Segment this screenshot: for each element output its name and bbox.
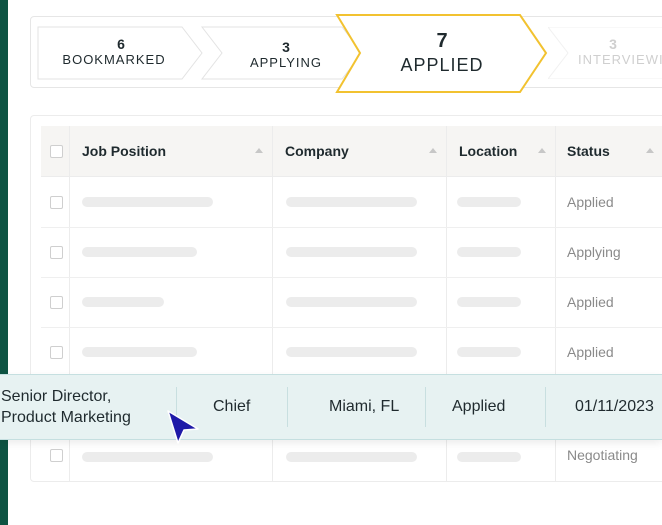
sort-arrow-icon[interactable] [429, 148, 437, 153]
column-header-company[interactable]: Company [285, 126, 349, 176]
placeholder-bar [457, 452, 521, 462]
status-text: Applying [567, 244, 621, 260]
row-checkbox[interactable] [50, 246, 63, 259]
placeholder-bar [457, 347, 521, 357]
placeholder-bar [286, 297, 417, 307]
sort-arrow-icon[interactable] [646, 148, 654, 153]
side-accent-bar [0, 0, 8, 525]
placeholder-bar [286, 347, 417, 357]
row-divider [425, 387, 426, 427]
column-header-location[interactable]: Location [459, 126, 517, 176]
cursor-arrow-icon [167, 410, 199, 444]
placeholder-bar [457, 197, 521, 207]
table-row[interactable]: Applied [41, 327, 662, 378]
location: Miami, FL [329, 398, 400, 415]
company-name: Chief [213, 398, 251, 415]
select-all-checkbox[interactable] [50, 145, 63, 158]
status-text: Applied [567, 294, 614, 310]
status-text: Negotiating [567, 447, 638, 463]
placeholder-bar [82, 297, 164, 307]
placeholder-bar [82, 197, 213, 207]
placeholder-bar [82, 452, 213, 462]
stage-count: 6 [117, 36, 125, 52]
stage-applied[interactable]: 7 APPLIED [335, 14, 548, 93]
placeholder-bar [286, 247, 417, 257]
stage-label: INTERVIEWING [578, 52, 662, 67]
placeholder-bar [82, 247, 197, 257]
stage-label: BOOKMARKED [62, 52, 166, 67]
row-divider [545, 387, 546, 427]
stage-bookmarked[interactable]: 6 BOOKMARKED [37, 26, 204, 80]
status-text: Applied [452, 398, 506, 415]
table-row[interactable]: Applied [41, 177, 662, 228]
table-row[interactable]: Applied [41, 277, 662, 328]
stage-interviewing[interactable]: 3 INTERVIEWING [548, 27, 662, 79]
job-position: Senior Director, Product Marketing [1, 388, 131, 426]
sort-arrow-icon[interactable] [255, 148, 263, 153]
placeholder-bar [457, 297, 521, 307]
sort-arrow-icon[interactable] [538, 148, 546, 153]
status-text: Applied [567, 344, 614, 360]
placeholder-bar [82, 347, 197, 357]
stage-label: APPLIED [400, 55, 484, 75]
column-header-status[interactable]: Status [567, 126, 610, 176]
placeholder-bar [286, 197, 417, 207]
column-header-job-position[interactable]: Job Position [82, 126, 166, 176]
row-divider [287, 387, 288, 427]
table-header: Job Position Company Location Status [41, 126, 662, 177]
stage-count: 7 [436, 30, 448, 52]
row-checkbox[interactable] [50, 296, 63, 309]
row-checkbox[interactable] [50, 346, 63, 359]
table-row[interactable]: Applying [41, 227, 662, 278]
highlighted-job-row[interactable]: Senior Director, Product Marketing Chief… [0, 374, 662, 440]
status-text: Applied [567, 194, 614, 210]
placeholder-bar [286, 452, 417, 462]
stage-count: 3 [609, 36, 617, 52]
placeholder-bar [457, 247, 521, 257]
row-checkbox[interactable] [50, 196, 63, 209]
applied-date: 01/11/2023 [575, 398, 654, 415]
row-checkbox[interactable] [50, 449, 63, 462]
